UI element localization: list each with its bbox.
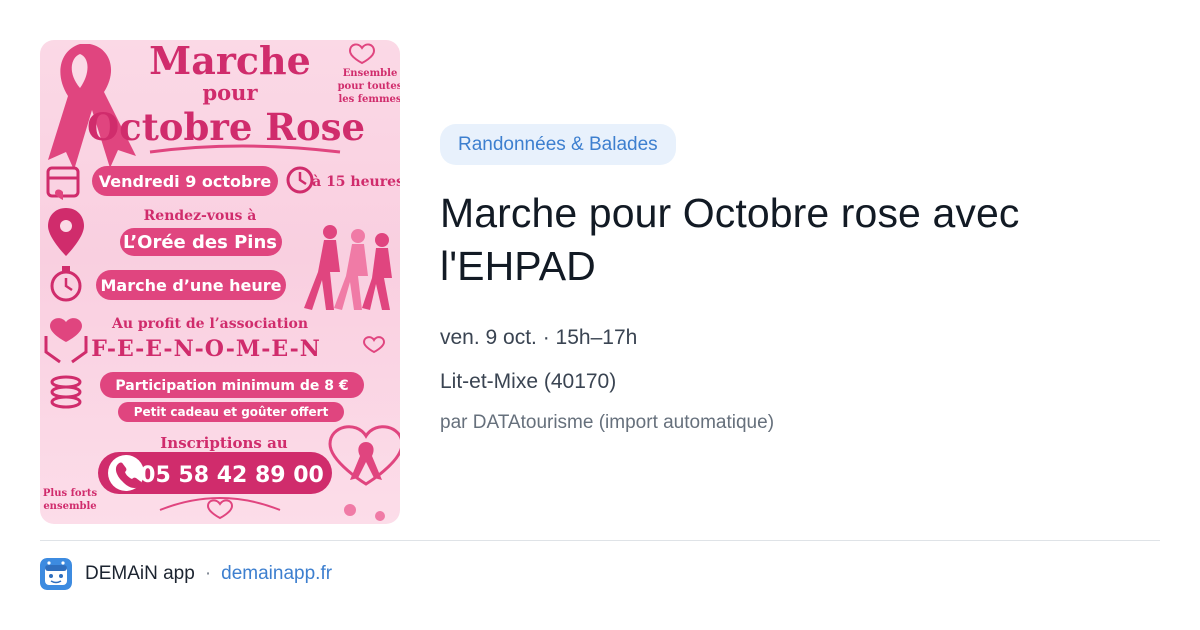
poster-corner-note-2: ensemble [43, 501, 96, 512]
footer-separator: · [204, 563, 212, 584]
calendar-icon [46, 166, 80, 200]
poster-phone: 05 58 42 89 00 [140, 463, 324, 488]
poster-side-note-3: les femmes [338, 94, 400, 105]
poster-time-label: à 15 heures [312, 174, 400, 190]
poster-gift-label: Petit cadeau et goûter offert [134, 405, 329, 419]
poster-participation-label: Participation minimum de 8 € [115, 378, 348, 394]
event-details: Randonnées & Balades Marche pour Octobre… [440, 124, 1160, 435]
event-date: ven. 9 oct. · 15h–17h [440, 326, 638, 349]
heart-ribbon-illustration [328, 425, 400, 486]
walking-women-illustration [304, 225, 392, 310]
footer-divider [40, 540, 1160, 541]
event-author: par DATAtourisme (import automatique) [440, 412, 775, 433]
footer: DEMAiN app · demainapp.fr [40, 558, 332, 590]
poster-corner-note-1: Plus forts [43, 488, 98, 499]
poster-signup-label: Inscriptions au [160, 434, 288, 452]
heart-icon [348, 43, 376, 65]
event-location: Lit-et-Mixe (40170) [440, 370, 617, 393]
poster-title-line2: pour [202, 80, 258, 105]
poster-side-note-1: Ensemble [343, 68, 398, 79]
poster-meeting-line1: Rendez-vous à [144, 208, 257, 224]
poster-side-note-2: pour toutes [338, 81, 400, 92]
poster-meeting-line2: L’Orée des Pins [123, 232, 277, 253]
poster-date-label: Vendredi 9 octobre [99, 172, 272, 191]
coins-icon [50, 375, 82, 409]
demain-app-logo-icon[interactable] [40, 558, 72, 590]
poster-title-line1: Marche [149, 40, 311, 83]
heart-hands-icon [44, 318, 88, 364]
event-poster-image[interactable]: Marche pour Octobre Rose Ensemble pour t… [40, 40, 400, 524]
stopwatch-icon [50, 266, 82, 302]
app-name: DEMAiN app [85, 563, 195, 584]
poster-benefit-line1: Au profit de l’association [111, 316, 308, 332]
poster-benefit-line2: F-E-E-N-O-M-E-N [91, 336, 321, 362]
event-title[interactable]: Marche pour Octobre rose avec l'EHPAD [440, 187, 1160, 293]
poster-duration-label: Marche d’une heure [100, 276, 281, 295]
poster-title-line3: Octobre Rose [87, 105, 365, 149]
category-badge[interactable]: Randonnées & Balades [440, 124, 676, 165]
clock-icon [286, 166, 314, 194]
app-website-link[interactable]: demainapp.fr [221, 563, 332, 585]
